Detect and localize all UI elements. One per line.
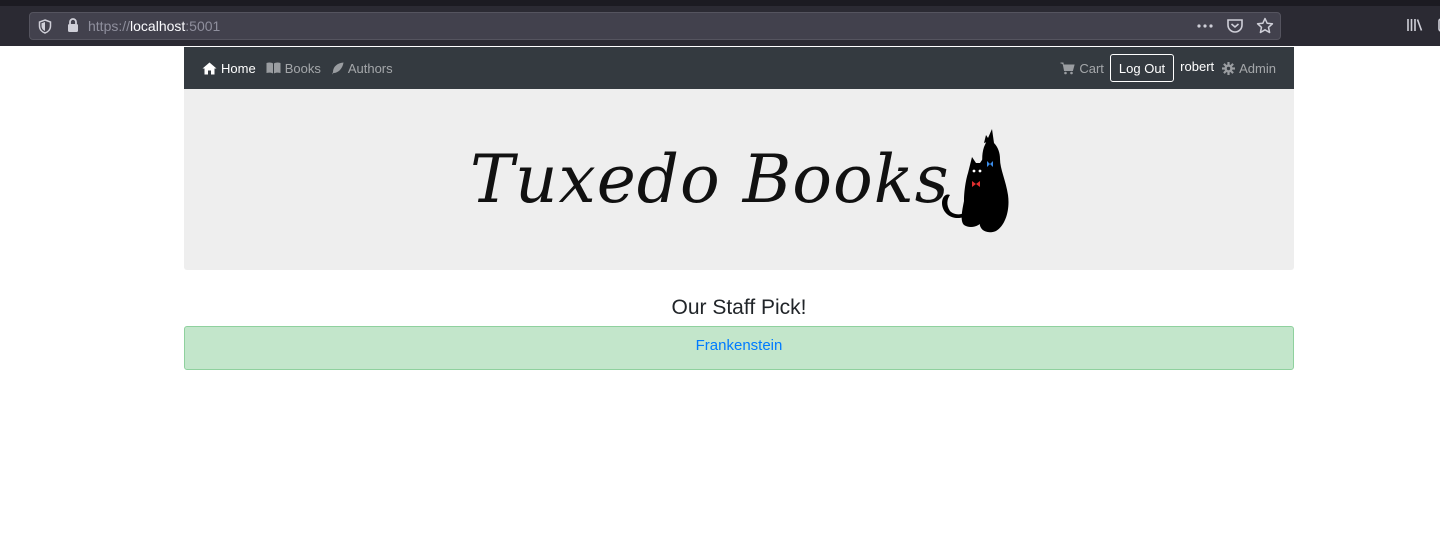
nav-books[interactable]: Books: [266, 61, 321, 76]
library-icon[interactable]: [1406, 16, 1424, 34]
url-port: :5001: [185, 18, 221, 34]
cart-icon: [1060, 62, 1075, 75]
star-icon[interactable]: [1256, 17, 1274, 35]
site-navbar: Home Books Authors Cart Log Out robert A…: [184, 47, 1294, 89]
url-scheme: https://: [88, 18, 131, 34]
staff-pick-box: Frankenstein: [184, 326, 1294, 370]
tuxedo-cat-logo-icon: [934, 129, 1014, 239]
book-icon: [266, 62, 281, 74]
gear-icon: [1222, 61, 1236, 75]
nav-admin[interactable]: Admin: [1222, 61, 1276, 76]
more-icon[interactable]: [1196, 17, 1214, 35]
feather-icon: [331, 62, 344, 75]
url-host: localhost: [130, 18, 186, 34]
nav-cart-label: Cart: [1079, 60, 1104, 76]
nav-authors-label: Authors: [347, 60, 393, 76]
pocket-icon[interactable]: [1226, 17, 1244, 35]
nav-authors[interactable]: Authors: [331, 61, 393, 76]
staff-pick-book-link[interactable]: Frankenstein: [696, 337, 783, 354]
home-icon: [202, 62, 217, 75]
address-bar[interactable]: https://localhost:5001: [29, 12, 1281, 40]
nav-books-label: Books: [284, 60, 321, 76]
staff-pick-heading: Our Staff Pick!: [671, 296, 807, 319]
hero-banner: Tuxedo Books: [184, 89, 1294, 270]
nav-admin-label: Admin: [1239, 60, 1276, 76]
browser-toolbar: https://localhost:5001: [0, 6, 1440, 46]
url-text[interactable]: https://localhost:5001: [88, 18, 220, 34]
nav-cart[interactable]: Cart: [1060, 61, 1104, 76]
shield-icon[interactable]: [38, 19, 52, 34]
site-logo-text: Tuxedo Books: [470, 141, 950, 218]
lock-icon[interactable]: [67, 18, 79, 33]
username-label: robert: [1180, 58, 1215, 74]
nav-home-label: Home: [221, 60, 256, 76]
logout-button[interactable]: Log Out: [1109, 54, 1175, 82]
nav-home[interactable]: Home: [202, 61, 256, 76]
